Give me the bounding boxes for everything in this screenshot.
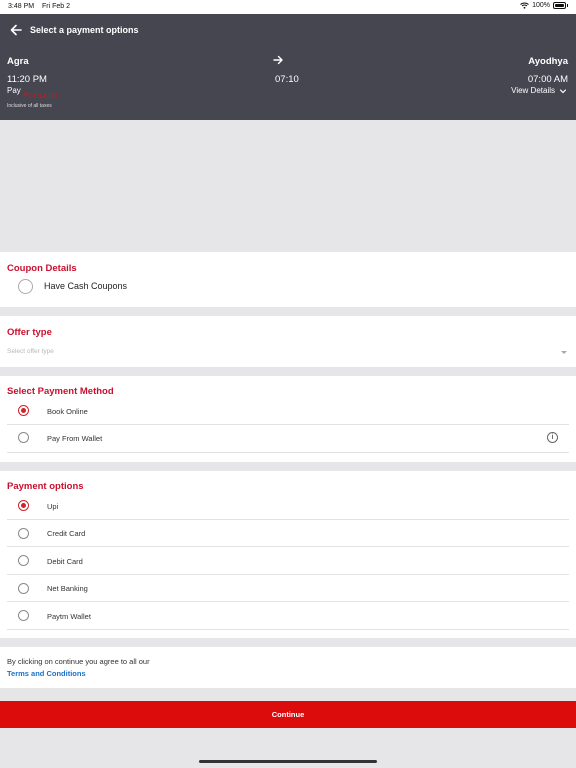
cash-coupon-label[interactable]: Have Cash Coupons (44, 281, 127, 291)
pay-amount: ₹1,014.00 (23, 91, 57, 100)
credit-card-label: Credit Card (47, 529, 86, 538)
status-date: Fri Feb 2 (42, 3, 71, 10)
debit-card-label: Debit Card (47, 557, 83, 566)
dropdown-caret-icon (561, 351, 567, 354)
terms-section: By clicking on continue you agree to all… (0, 647, 576, 688)
wallet-radio[interactable] (18, 432, 29, 443)
payment-options-title: Payment options (7, 481, 84, 492)
credit-card-radio[interactable] (18, 528, 29, 539)
battery-icon (553, 2, 566, 9)
wallet-label: Pay From Wallet (47, 434, 103, 443)
divider (7, 629, 569, 630)
trip-header: Select a payment options Agra Ayodhya 11… (0, 14, 576, 120)
status-right: 100% (520, 2, 568, 9)
offer-type-select[interactable]: Select offer type (0, 342, 576, 362)
book-online-label: Book Online (47, 407, 88, 416)
divider (7, 546, 569, 547)
divider (7, 424, 569, 425)
chevron-down-icon (559, 88, 567, 93)
taxes-note: Inclusive of all taxes (7, 103, 52, 109)
paytm-wallet-radio[interactable] (18, 610, 29, 621)
divider (7, 601, 569, 602)
view-details-label: View Details (511, 86, 555, 95)
paytm-wallet-label: Paytm Wallet (47, 612, 91, 621)
upi-radio[interactable] (18, 500, 29, 511)
battery-percent: 100% (532, 2, 550, 9)
net-banking-label: Net Banking (47, 584, 88, 593)
offer-placeholder: Select offer type (7, 348, 54, 355)
to-city: Ayodhya (528, 56, 568, 67)
payment-method-section: Select Payment Method Book Online Pay Fr… (0, 376, 576, 462)
terms-link[interactable]: Terms and Conditions (7, 669, 86, 678)
wifi-icon (520, 2, 529, 9)
journey-duration: 07:10 (275, 74, 299, 85)
payment-options-section: Payment options Upi Credit Card Debit Ca… (0, 471, 576, 638)
debit-card-radio[interactable] (18, 555, 29, 566)
terms-text: By clicking on continue you agree to all… (7, 657, 150, 666)
cash-coupon-radio[interactable] (18, 279, 33, 294)
departure-time: 11:20 PM (7, 74, 47, 85)
continue-button[interactable]: Continue (0, 701, 576, 728)
status-time: 3:48 PM (8, 3, 35, 10)
upi-label: Upi (47, 502, 59, 511)
net-banking-radio[interactable] (18, 583, 29, 594)
home-indicator (199, 760, 377, 763)
info-icon[interactable]: i (547, 432, 558, 443)
payment-method-title: Select Payment Method (7, 386, 114, 397)
divider (7, 452, 569, 453)
offer-section: Offer type Select offer type (0, 316, 576, 367)
right-arrow-icon (273, 55, 283, 65)
pay-label: Pay (7, 86, 21, 95)
view-details-link[interactable]: View Details (511, 86, 567, 95)
book-online-radio[interactable] (18, 405, 29, 416)
divider (7, 574, 569, 575)
arrival-time: 07:00 AM (527, 74, 568, 85)
back-arrow-icon[interactable] (9, 23, 23, 37)
coupon-title: Coupon Details (7, 263, 77, 274)
coupon-section: Coupon Details Have Cash Coupons (0, 252, 576, 307)
offer-title: Offer type (7, 327, 52, 338)
from-city: Agra (7, 56, 29, 67)
status-bar: 3:48 PM Fri Feb 2 100% (0, 0, 576, 14)
divider (7, 519, 569, 520)
page-title: Select a payment options (30, 25, 139, 35)
